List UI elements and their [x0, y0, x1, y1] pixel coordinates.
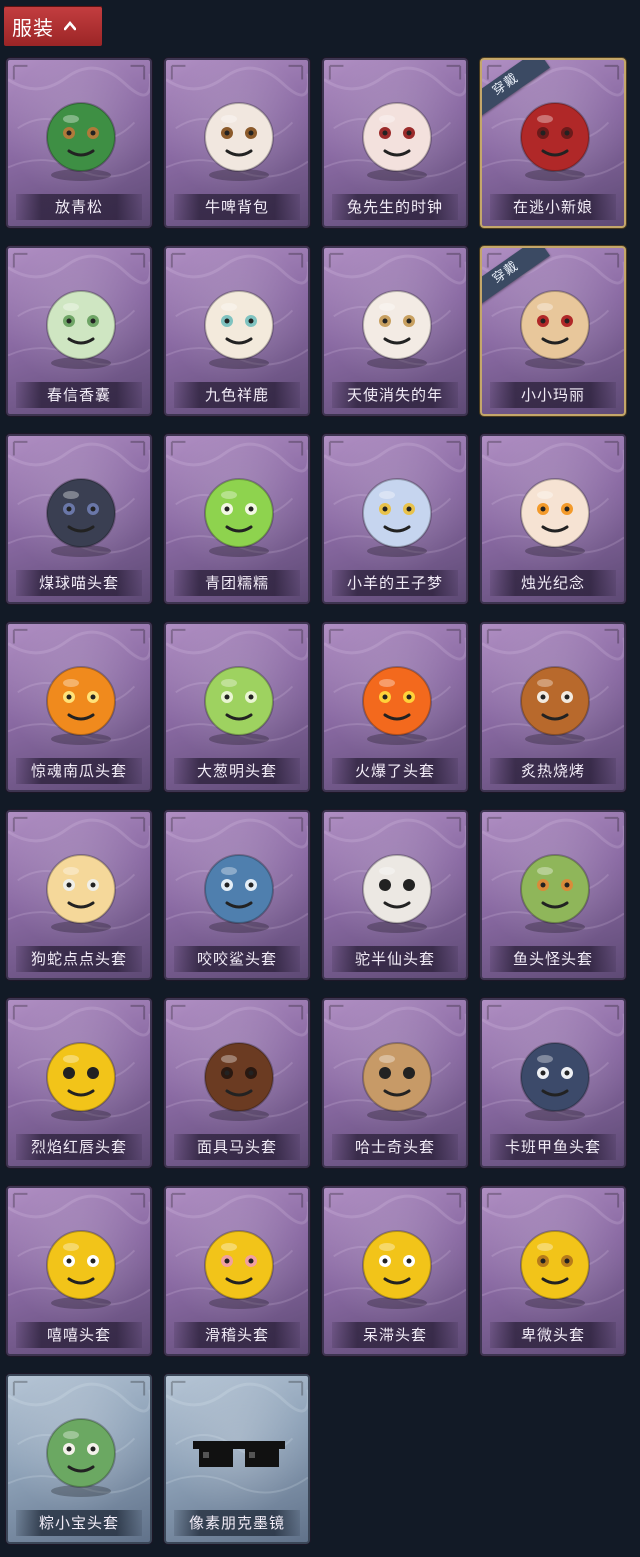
green-rice-ball-icon [184, 454, 294, 572]
fire-head-icon [342, 642, 452, 760]
pumpkin-head-icon [26, 642, 136, 760]
section-title: 服装 [12, 15, 54, 40]
item-name: 滑稽头套 [174, 1322, 300, 1348]
bear-sunglasses-icon [342, 830, 452, 948]
item-card[interactable]: 春信香囊 [6, 246, 152, 416]
item-card[interactable]: 天使消失的年 [322, 246, 468, 416]
item-name: 天使消失的年 [332, 382, 458, 408]
item-name: 狗蛇点点头套 [16, 946, 142, 972]
item-card[interactable]: 卡班甲鱼头套 [480, 998, 626, 1168]
item-name: 烛光纪念 [490, 570, 616, 596]
item-card[interactable]: 咬咬鲨头套 [164, 810, 310, 980]
item-card[interactable]: 火爆了头套 [322, 622, 468, 792]
dazed-emoji-head-icon [342, 1206, 452, 1324]
item-card[interactable]: 狗蛇点点头套 [6, 810, 152, 980]
item-card[interactable]: 呆滞头套 [322, 1186, 468, 1356]
bbq-meat-icon [500, 642, 610, 760]
item-name: 放青松 [16, 194, 142, 220]
item-name: 小羊的王子梦 [332, 570, 458, 596]
rabbit-clock-icon [342, 78, 452, 196]
item-card[interactable]: 在逃小新娘 穿戴 [480, 58, 626, 228]
item-card[interactable]: 煤球喵头套 [6, 434, 152, 604]
item-name: 哈士奇头套 [332, 1134, 458, 1160]
item-name: 粽小宝头套 [16, 1510, 142, 1536]
item-card[interactable]: 像素朋克墨镜 [164, 1374, 310, 1544]
item-name: 在逃小新娘 [490, 194, 616, 220]
sheep-crown-icon [342, 454, 452, 572]
item-name: 卡班甲鱼头套 [490, 1134, 616, 1160]
humble-emoji-head-icon [500, 1206, 610, 1324]
grin-emoji-head-icon [26, 1206, 136, 1324]
husky-head-icon [342, 1018, 452, 1136]
item-card[interactable]: 驼半仙头套 [322, 810, 468, 980]
mary-doll-icon [500, 266, 610, 384]
item-name: 惊魂南瓜头套 [16, 758, 142, 784]
item-name: 火爆了头套 [332, 758, 458, 784]
item-name: 嘻嘻头套 [16, 1322, 142, 1348]
item-card[interactable]: 九色祥鹿 [164, 246, 310, 416]
fish-head-icon [500, 830, 610, 948]
item-name: 鱼头怪头套 [490, 946, 616, 972]
item-card[interactable]: 滑稽头套 [164, 1186, 310, 1356]
item-name: 兔先生的时钟 [332, 194, 458, 220]
item-name: 呆滞头套 [332, 1322, 458, 1348]
bonsai-pine-icon [26, 78, 136, 196]
item-card[interactable]: 烈焰红唇头套 [6, 998, 152, 1168]
item-card[interactable]: 哈士奇头套 [322, 998, 468, 1168]
smirk-emoji-head-icon [184, 1206, 294, 1324]
item-card[interactable]: 牛啤背包 [164, 58, 310, 228]
item-name: 大葱明头套 [174, 758, 300, 784]
item-name: 驼半仙头套 [332, 946, 458, 972]
bride-doll-icon [500, 78, 610, 196]
item-name: 牛啤背包 [174, 194, 300, 220]
item-name: 小小玛丽 [490, 382, 616, 408]
cow-beer-barrel-icon [184, 78, 294, 196]
horse-head-icon [184, 1018, 294, 1136]
item-name: 咬咬鲨头套 [174, 946, 300, 972]
pixel-sunglasses-icon [184, 1394, 294, 1512]
item-card[interactable]: 兔先生的时钟 [322, 58, 468, 228]
yellow-mouse-head-icon [26, 1018, 136, 1136]
item-name: 煤球喵头套 [16, 570, 142, 596]
item-card[interactable]: 放青松 [6, 58, 152, 228]
item-card[interactable]: 青团糯糯 [164, 434, 310, 604]
candle-icon [500, 454, 610, 572]
item-card[interactable]: 炙热烧烤 [480, 622, 626, 792]
item-card[interactable]: 卑微头套 [480, 1186, 626, 1356]
black-cat-head-icon [26, 454, 136, 572]
item-card[interactable]: 面具马头套 [164, 998, 310, 1168]
item-name: 面具马头套 [174, 1134, 300, 1160]
seal-head-icon [500, 1018, 610, 1136]
item-card[interactable]: 粽小宝头套 [6, 1374, 152, 1544]
item-name: 春信香囊 [16, 382, 142, 408]
item-card[interactable]: 小小玛丽 穿戴 [480, 246, 626, 416]
item-name: 炙热烧烤 [490, 758, 616, 784]
item-card[interactable]: 嘻嘻头套 [6, 1186, 152, 1356]
item-card[interactable]: 大葱明头套 [164, 622, 310, 792]
shark-head-icon [184, 830, 294, 948]
green-onion-head-icon [184, 642, 294, 760]
item-name: 卑微头套 [490, 1322, 616, 1348]
item-name: 烈焰红唇头套 [16, 1134, 142, 1160]
chevron-up-icon [64, 20, 76, 31]
item-name: 九色祥鹿 [174, 382, 300, 408]
deer-charm-icon [184, 266, 294, 384]
zongzi-head-icon [26, 1394, 136, 1512]
item-name: 青团糯糯 [174, 570, 300, 596]
item-card[interactable]: 小羊的王子梦 [322, 434, 468, 604]
item-card[interactable]: 烛光纪念 [480, 434, 626, 604]
item-card[interactable]: 鱼头怪头套 [480, 810, 626, 980]
angel-doll-icon [342, 266, 452, 384]
item-card[interactable]: 惊魂南瓜头套 [6, 622, 152, 792]
snake-head-icon [26, 830, 136, 948]
sachet-icon [26, 266, 136, 384]
section-header-clothing[interactable]: 服装 [4, 6, 102, 46]
item-name: 像素朋克墨镜 [174, 1510, 300, 1536]
